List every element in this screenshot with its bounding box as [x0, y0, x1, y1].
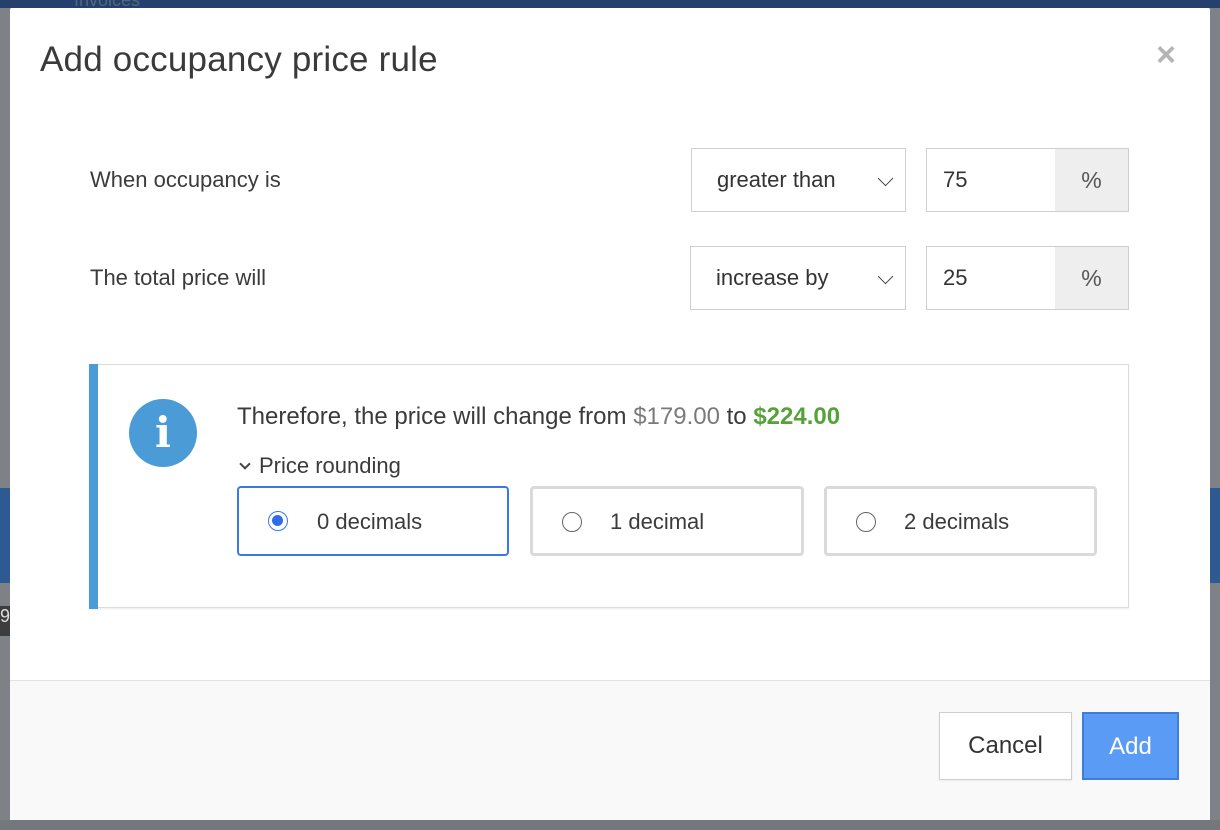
- summary-prefix: Therefore, the price will change from: [237, 403, 627, 430]
- occupancy-value-input[interactable]: 75: [926, 148, 1056, 212]
- info-glyph: i: [155, 408, 171, 457]
- price-change-label: The total price will: [90, 265, 267, 290]
- add-price-rule-modal: Add occupancy price rule × When occupanc…: [10, 8, 1210, 820]
- background-left-strip: [0, 8, 10, 830]
- background-left-char: 9: [0, 606, 10, 636]
- occupancy-label: When occupancy is: [90, 167, 281, 192]
- background-right-highlight: [1210, 488, 1220, 583]
- price-change-type-select[interactable]: increase by: [690, 246, 906, 310]
- rounding-option-label: 0 decimals: [317, 509, 423, 534]
- price-preview-panel: i Therefore, the price will change from …: [89, 364, 1129, 609]
- rounding-option-label: 1 decimal: [610, 509, 705, 534]
- occupancy-comparator-select[interactable]: greater than: [691, 148, 906, 212]
- rounding-option-label: 2 decimals: [904, 509, 1010, 534]
- background-left-highlight: [0, 488, 10, 583]
- occupancy-comparator-value: greater than: [717, 167, 836, 192]
- rounding-option-0-decimals[interactable]: 0 decimals: [237, 486, 509, 556]
- radio-selected-icon[interactable]: [268, 511, 288, 531]
- price-rounding-label: Price rounding: [259, 453, 401, 478]
- background-bottom-strip: [0, 820, 1220, 830]
- add-button[interactable]: Add: [1082, 712, 1179, 780]
- chevron-down-icon: [239, 458, 251, 470]
- to-price: $224.00: [753, 403, 841, 430]
- from-price: $179.00: [633, 403, 720, 430]
- rounding-option-1-decimal[interactable]: 1 decimal: [530, 486, 804, 556]
- price-change-value-input[interactable]: 25: [926, 246, 1056, 310]
- price-change-type-value: increase by: [716, 265, 829, 290]
- price-rounding-toggle[interactable]: Price rounding: [237, 453, 401, 479]
- occupancy-unit-addon: %: [1055, 148, 1129, 212]
- price-change-summary: Therefore, the price will change from $1…: [237, 403, 840, 431]
- close-icon[interactable]: ×: [1152, 38, 1180, 72]
- rounding-option-2-decimals[interactable]: 2 decimals: [824, 486, 1097, 556]
- radio-unselected-icon[interactable]: [856, 512, 876, 532]
- cancel-button[interactable]: Cancel: [939, 712, 1072, 780]
- chevron-down-icon: [877, 170, 894, 187]
- info-accent-bar: [89, 364, 98, 609]
- price-change-unit-addon: %: [1055, 246, 1129, 310]
- summary-connector: to: [726, 403, 747, 430]
- background-header: [0, 0, 1220, 8]
- info-icon: i: [129, 399, 197, 467]
- chevron-down-icon: [877, 268, 894, 285]
- modal-title: Add occupancy price rule: [40, 40, 438, 79]
- background-right-strip: [1210, 8, 1220, 830]
- radio-unselected-icon[interactable]: [562, 512, 582, 532]
